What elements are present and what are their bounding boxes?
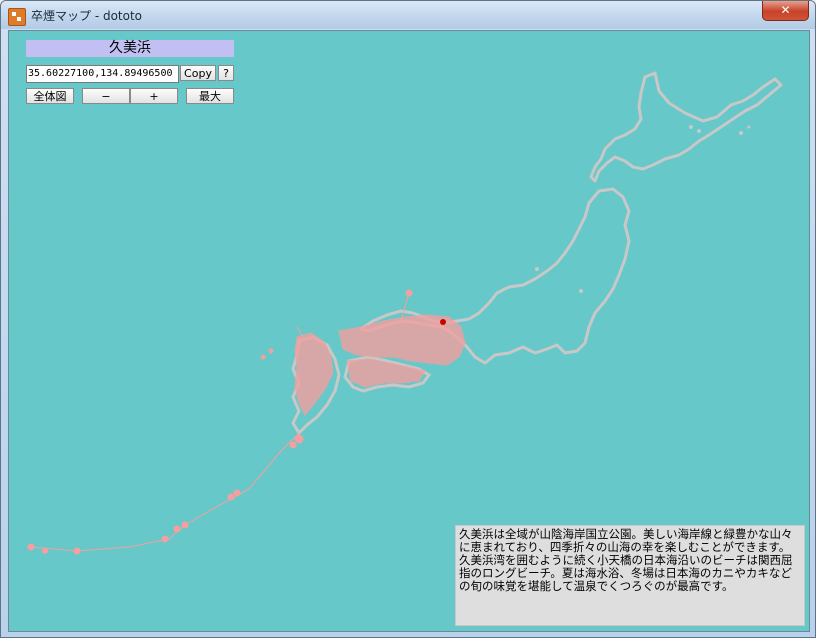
visited-regions <box>27 289 466 555</box>
coordinates-field[interactable]: 35.60227100,134.89496500 <box>26 65 179 83</box>
close-button[interactable]: ✕ <box>762 1 809 21</box>
app-window: 卒煙マップ - dototo ✕ 久美浜 35.60227100,134.894… <box>0 0 816 638</box>
place-name-label: 久美浜 <box>26 40 234 57</box>
app-icon <box>8 8 26 26</box>
islands <box>535 125 751 293</box>
hokkaido-outline <box>589 71 783 183</box>
overview-button[interactable]: 全体図 <box>26 88 74 104</box>
place-description: 久美浜は全域が山陰海岸国立公園。美しい海岸線と緑豊かな山々に恵まれており、四季折… <box>455 525 805 626</box>
current-location-marker[interactable] <box>440 319 446 325</box>
copy-button[interactable]: Copy <box>180 65 216 81</box>
title-bar[interactable]: 卒煙マップ - dototo ✕ <box>1 1 815 29</box>
help-button[interactable]: ? <box>218 65 234 81</box>
max-zoom-button[interactable]: 最大 <box>186 88 234 104</box>
zoom-in-button[interactable]: + <box>130 88 178 104</box>
map-canvas[interactable]: 久美浜 35.60227100,134.89496500 Copy ? 全体図 … <box>8 30 810 632</box>
window-title: 卒煙マップ - dototo <box>31 9 143 23</box>
zoom-out-button[interactable]: − <box>82 88 130 104</box>
